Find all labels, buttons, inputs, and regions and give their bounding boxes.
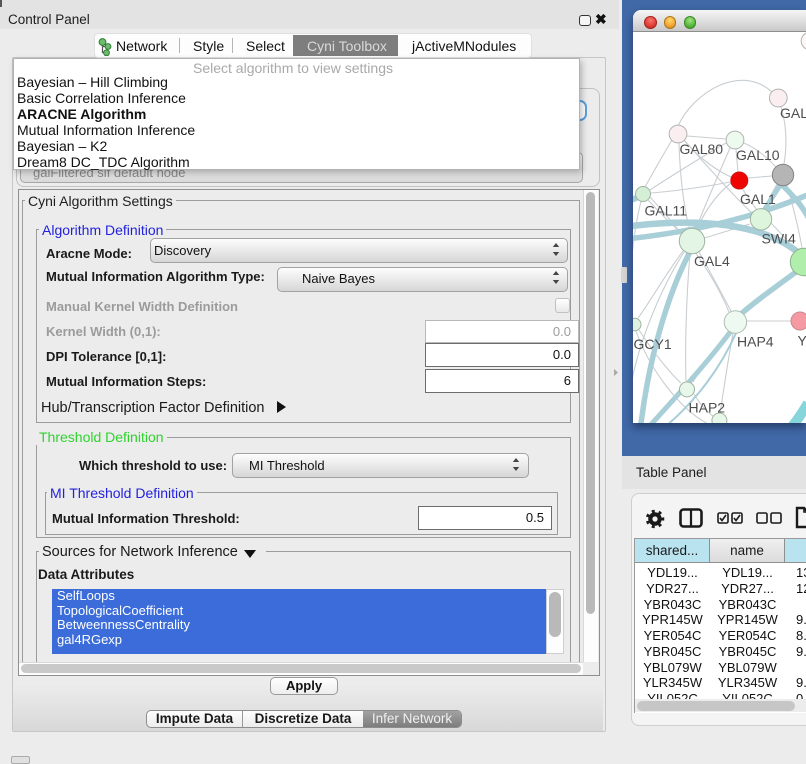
svg-text:GAL7: GAL7 (780, 105, 806, 121)
svg-text:GAL11: GAL11 (645, 203, 688, 219)
svg-text:HAP2: HAP2 (689, 400, 726, 416)
svg-text:GAL1: GAL1 (740, 191, 776, 207)
svg-text:GCY1: GCY1 (634, 336, 672, 352)
svg-text:GAL10: GAL10 (736, 147, 780, 163)
svg-text:GAL80: GAL80 (680, 141, 724, 157)
svg-text:SWI4: SWI4 (762, 231, 796, 247)
svg-text:Y: Y (798, 333, 806, 349)
svg-text:GAL4: GAL4 (694, 253, 730, 269)
svg-text:HAP4: HAP4 (737, 334, 774, 350)
